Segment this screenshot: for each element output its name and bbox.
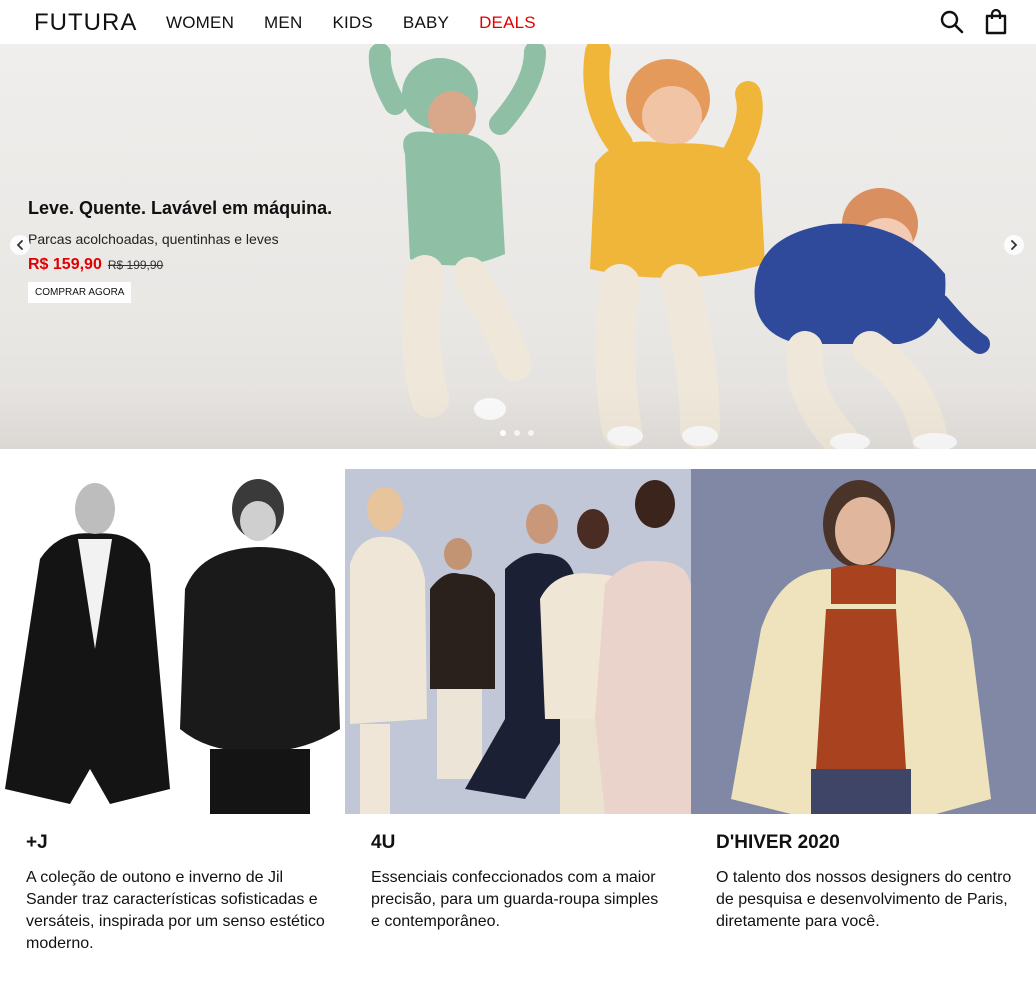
- collection-description: Essenciais confeccionados com a maior pr…: [371, 869, 659, 930]
- collection-title[interactable]: +J: [26, 832, 326, 854]
- sale-price: R$ 159,90: [28, 256, 102, 273]
- collection-4u-image[interactable]: [345, 469, 691, 814]
- shop-now-button[interactable]: COMPRAR AGORA: [28, 282, 132, 303]
- search-icon[interactable]: [938, 8, 966, 36]
- collection-title[interactable]: 4U: [371, 832, 671, 854]
- hero-banner[interactable]: Leve. Quente. Lavável em máquina. Parcas…: [0, 44, 1036, 449]
- original-price: R$ 199,90: [107, 258, 164, 272]
- site-header: FUTURA WOMEN MEN KIDS BABY DEALS: [0, 0, 1036, 44]
- chevron-right-icon: [1011, 240, 1018, 250]
- hero-title: Leve. Quente. Lavável em máquina.: [28, 198, 333, 218]
- nav-deals[interactable]: DEALS: [479, 13, 536, 33]
- nav-kids[interactable]: KIDS: [332, 13, 372, 33]
- collection-plus-j-image[interactable]: [0, 469, 345, 814]
- main-nav: WOMEN MEN KIDS BABY DEALS: [166, 13, 536, 33]
- carousel-dot-3[interactable]: [528, 430, 534, 436]
- hero-subtitle: Parcas acolchoadas, quentinhas e leves: [28, 231, 279, 247]
- plus-j-models-illustration: [0, 469, 345, 814]
- collection-description: A coleção de outono e inverno de Jil San…: [26, 869, 325, 952]
- carousel-next-button[interactable]: [1004, 235, 1024, 255]
- nav-baby[interactable]: BABY: [403, 13, 449, 33]
- nav-men[interactable]: MEN: [264, 13, 302, 33]
- collection-4u: 4U Essenciais confeccionados com a maior…: [371, 832, 671, 933]
- collection-dhiver: D'HIVER 2020 O talento dos nossos design…: [716, 832, 1016, 933]
- carousel-dot-2[interactable]: [514, 430, 520, 436]
- carousel-dot-1[interactable]: [500, 430, 506, 436]
- collection-description: O talento dos nossos designers do centro…: [716, 869, 1012, 930]
- collection-title[interactable]: D'HIVER 2020: [716, 832, 1016, 854]
- carousel-prev-button[interactable]: [10, 235, 30, 255]
- collection-plus-j: +J A coleção de outono e inverno de Jil …: [26, 832, 326, 955]
- hero-copy: Leve. Quente. Lavável em máquina. Parcas…: [28, 198, 332, 303]
- carousel-dots: [500, 430, 534, 436]
- hero-prices: R$ 159,90 R$ 199,90: [28, 256, 332, 274]
- hero-floor-shadow: [0, 389, 1036, 449]
- shopping-bag-icon[interactable]: [982, 8, 1010, 36]
- dhiver-model-illustration: [691, 469, 1036, 814]
- nav-women[interactable]: WOMEN: [166, 13, 234, 33]
- collection-dhiver-image[interactable]: [691, 469, 1036, 814]
- chevron-left-icon: [16, 240, 23, 250]
- 4u-models-illustration: [345, 469, 691, 814]
- brand-logo[interactable]: FUTURA: [34, 9, 137, 37]
